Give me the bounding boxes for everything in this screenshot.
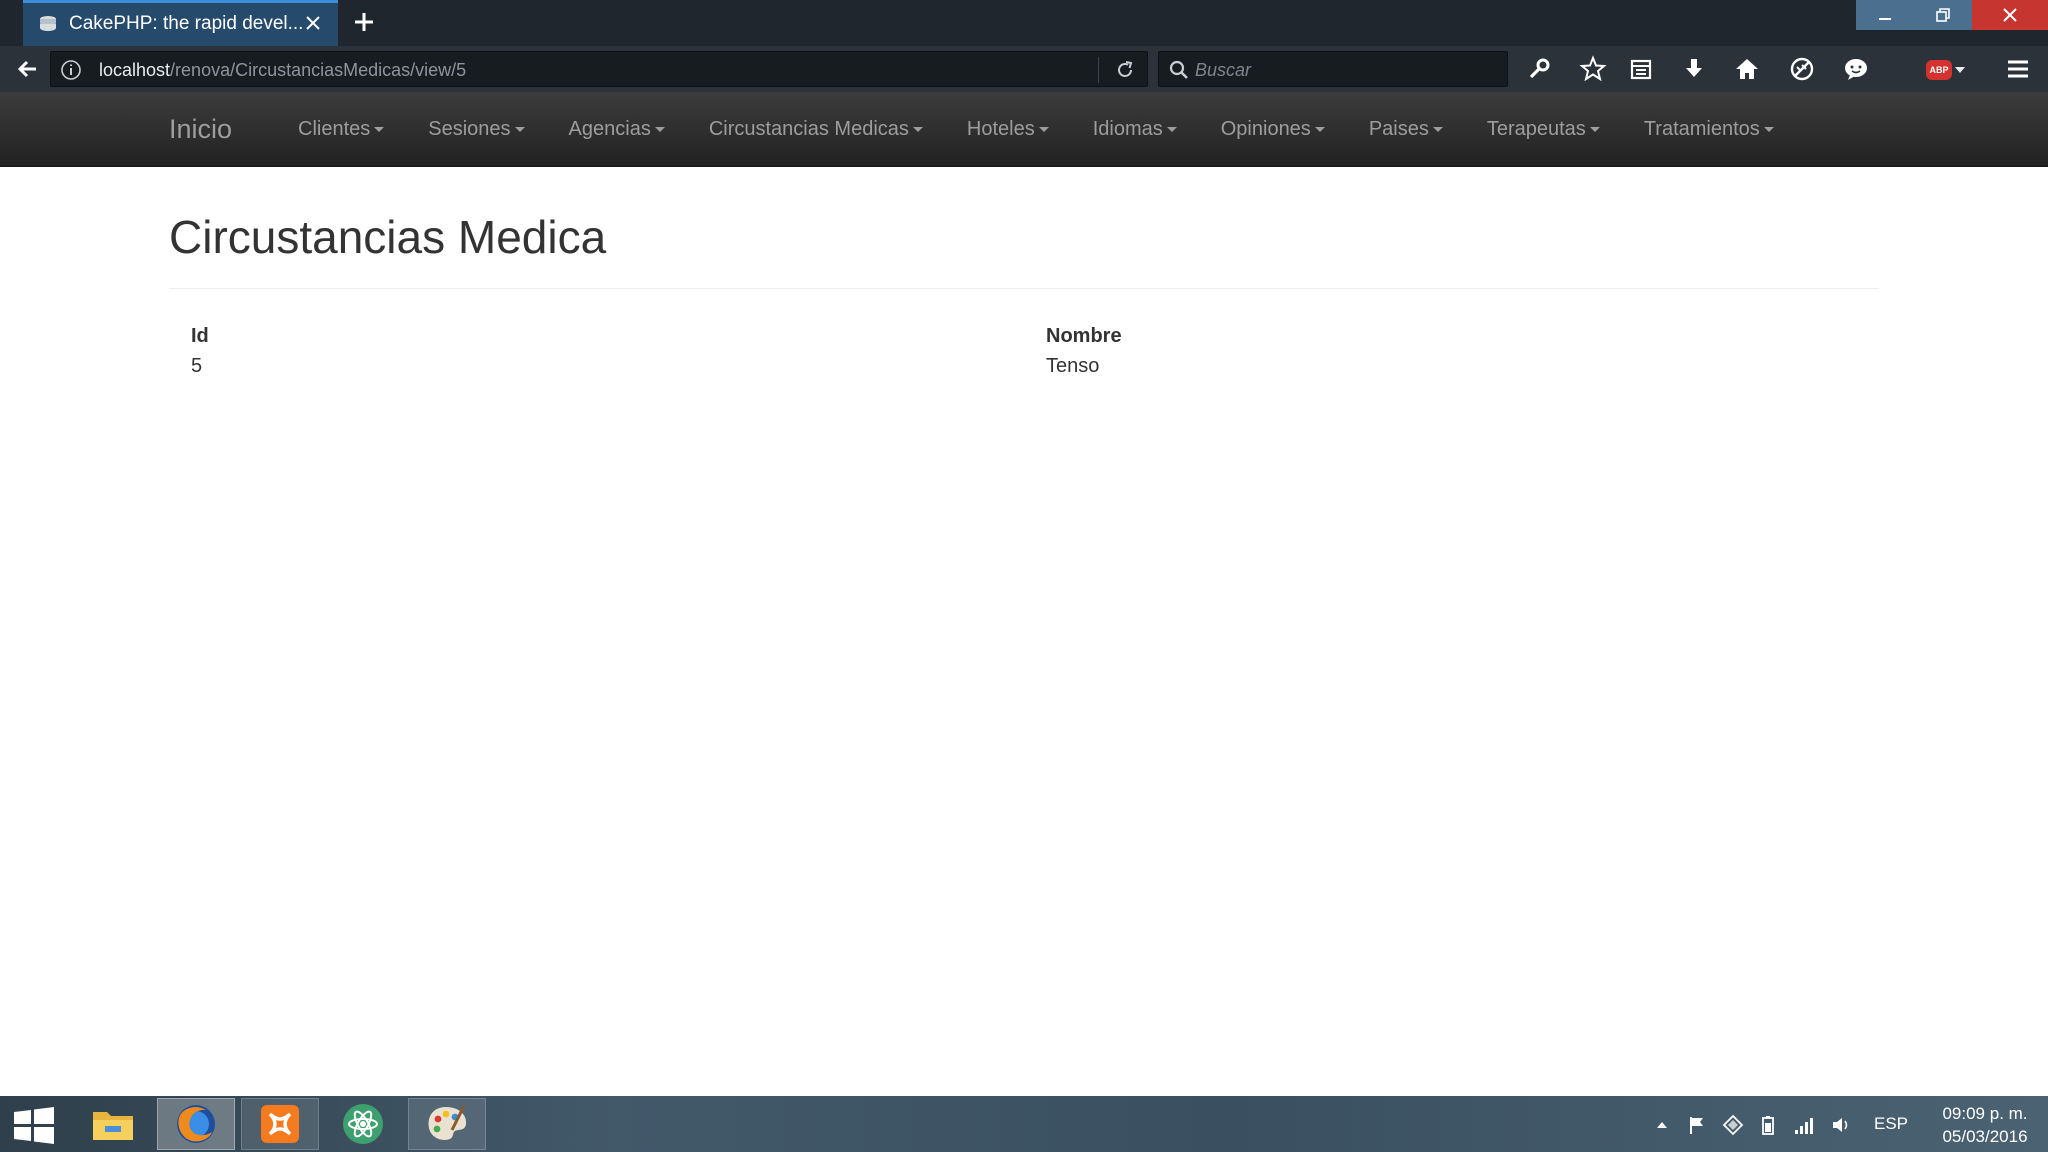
nav-item-paises[interactable]: Paises	[1347, 92, 1465, 167]
browser-toolbar: localhost/renova/CircustanciasMedicas/vi…	[0, 46, 2048, 92]
input-language-indicator[interactable]: ESP	[1874, 1114, 1908, 1134]
download-arrow-icon[interactable]	[1680, 55, 1708, 83]
clock-time: 09:09 p. m.	[1942, 1104, 2028, 1123]
tray-chevron-up-icon[interactable]	[1651, 1114, 1673, 1136]
caret-down-icon	[1166, 127, 1177, 132]
search-bar[interactable]	[1158, 51, 1508, 87]
close-icon[interactable]	[302, 12, 324, 34]
restore-icon	[1936, 8, 1950, 22]
nav-item-idiomas[interactable]: Idiomas	[1071, 92, 1199, 167]
windows-start-icon[interactable]	[8, 1104, 60, 1146]
nav-item-label: Idiomas	[1092, 118, 1163, 140]
caret-down-icon	[654, 127, 665, 132]
caret-down-icon	[1038, 127, 1049, 132]
taskbar-atom[interactable]	[324, 1098, 402, 1150]
no-script-icon[interactable]	[1788, 55, 1816, 83]
caret-down-icon	[1432, 127, 1443, 132]
chat-bubble-icon[interactable]	[1842, 55, 1870, 83]
url-bar[interactable]: localhost/renova/CircustanciasMedicas/vi…	[50, 51, 1148, 87]
caret-down-icon	[374, 127, 385, 132]
back-arrow-icon[interactable]	[14, 55, 42, 83]
battery-icon[interactable]	[1757, 1114, 1779, 1136]
taskbar-firefox[interactable]	[157, 1098, 235, 1150]
info-icon[interactable]	[59, 58, 83, 82]
nav-item-label: Paises	[1368, 118, 1429, 140]
paint-palette-icon	[428, 1105, 467, 1140]
taskbar: ESP 09:09 p. m. 05/03/2016	[0, 1096, 2048, 1152]
wrench-icon[interactable]	[1525, 55, 1553, 83]
navbar-brand[interactable]: Inicio	[169, 114, 232, 145]
taskbar-paint[interactable]	[408, 1098, 486, 1150]
navbar-menu: Clientes Sesiones Agencias Circustancias…	[276, 92, 1796, 167]
tab-title: CakePHP: the rapid devel...	[69, 13, 304, 34]
restore-button[interactable]	[1914, 0, 1972, 30]
chevron-down-icon[interactable]	[1955, 67, 1965, 73]
clock-date: 05/03/2016	[1942, 1127, 2028, 1146]
action-center-flag-icon[interactable]	[1686, 1114, 1708, 1136]
nav-item-label: Clientes	[298, 118, 371, 140]
clock[interactable]: 09:09 p. m. 05/03/2016	[1930, 1102, 2040, 1148]
nav-item-terapeutas[interactable]: Terapeutas	[1465, 92, 1622, 167]
minimize-button[interactable]	[1856, 0, 1914, 30]
header-divider	[169, 288, 1879, 289]
wifi-signal-icon[interactable]	[1792, 1114, 1814, 1136]
nav-item-label: Opiniones	[1220, 118, 1311, 140]
nav-item-agencias[interactable]: Agencias	[547, 92, 687, 167]
bookmark-star-icon[interactable]	[1579, 55, 1607, 83]
browser-tab-bar: CakePHP: the rapid devel...	[0, 0, 2048, 46]
window-close-button[interactable]	[1972, 0, 2048, 30]
taskbar-file-explorer[interactable]	[74, 1098, 152, 1150]
field-label-id: Id	[191, 325, 209, 347]
nav-item-opiniones[interactable]: Opiniones	[1199, 92, 1347, 167]
site-navbar: Inicio Clientes Sesiones Agencias Circus…	[0, 92, 2048, 167]
nav-item-label: Terapeutas	[1486, 118, 1586, 140]
nav-item-label: Circustancias Medicas	[708, 118, 909, 140]
url-bar-separator	[1098, 57, 1099, 83]
firefox-icon	[177, 1105, 215, 1143]
reading-list-icon[interactable]	[1627, 55, 1655, 83]
volume-speaker-icon[interactable]	[1830, 1114, 1852, 1136]
nav-item-sesiones[interactable]: Sesiones	[406, 92, 546, 167]
page-title: Circustancias Medica	[169, 211, 607, 263]
nav-item-clientes[interactable]: Clientes	[276, 92, 406, 167]
browser-tab-active[interactable]: CakePHP: the rapid devel...	[23, 0, 338, 46]
adblock-plus-icon[interactable]: ABP	[1926, 60, 1952, 80]
nav-item-circustancias-medicas[interactable]: Circustancias Medicas	[687, 92, 945, 167]
home-icon[interactable]	[1733, 55, 1761, 83]
caret-down-icon	[514, 127, 525, 132]
atom-icon	[343, 1104, 383, 1144]
taskbar-xampp[interactable]	[241, 1098, 319, 1150]
nav-item-label: Agencias	[568, 118, 651, 140]
field-label-nombre: Nombre	[1046, 325, 1122, 347]
cakephp-favicon-icon	[40, 16, 56, 31]
new-tab-plus-icon[interactable]	[352, 10, 376, 34]
url-host: localhost	[99, 60, 171, 80]
caret-down-icon	[912, 127, 923, 132]
field-value-id: 5	[191, 355, 203, 377]
url-text[interactable]: localhost/renova/CircustanciasMedicas/vi…	[99, 60, 466, 81]
caret-down-icon	[1763, 127, 1774, 132]
nav-item-label: Tratamientos	[1643, 118, 1760, 140]
nav-item-hoteles[interactable]: Hoteles	[945, 92, 1071, 167]
window-close-icon	[2003, 8, 2017, 22]
search-input[interactable]	[1195, 58, 1495, 82]
url-path: /renova/CircustanciasMedicas/view/5	[170, 60, 467, 80]
hamburger-menu-icon[interactable]	[2004, 55, 2032, 83]
nav-item-tratamientos[interactable]: Tratamientos	[1622, 92, 1796, 167]
nav-item-label: Sesiones	[428, 118, 511, 140]
tray-network-diamond-icon[interactable]	[1722, 1114, 1744, 1136]
nav-item-label: Hoteles	[966, 118, 1035, 140]
caret-down-icon	[1589, 127, 1600, 132]
search-icon	[1169, 60, 1188, 79]
folder-icon	[93, 1112, 133, 1140]
caret-down-icon	[1314, 127, 1325, 132]
field-value-nombre: Tenso	[1046, 355, 1100, 377]
window-controls	[1856, 0, 2048, 30]
minimize-icon	[1879, 18, 1891, 20]
reload-icon[interactable]	[1113, 58, 1137, 82]
xampp-icon	[261, 1105, 299, 1143]
